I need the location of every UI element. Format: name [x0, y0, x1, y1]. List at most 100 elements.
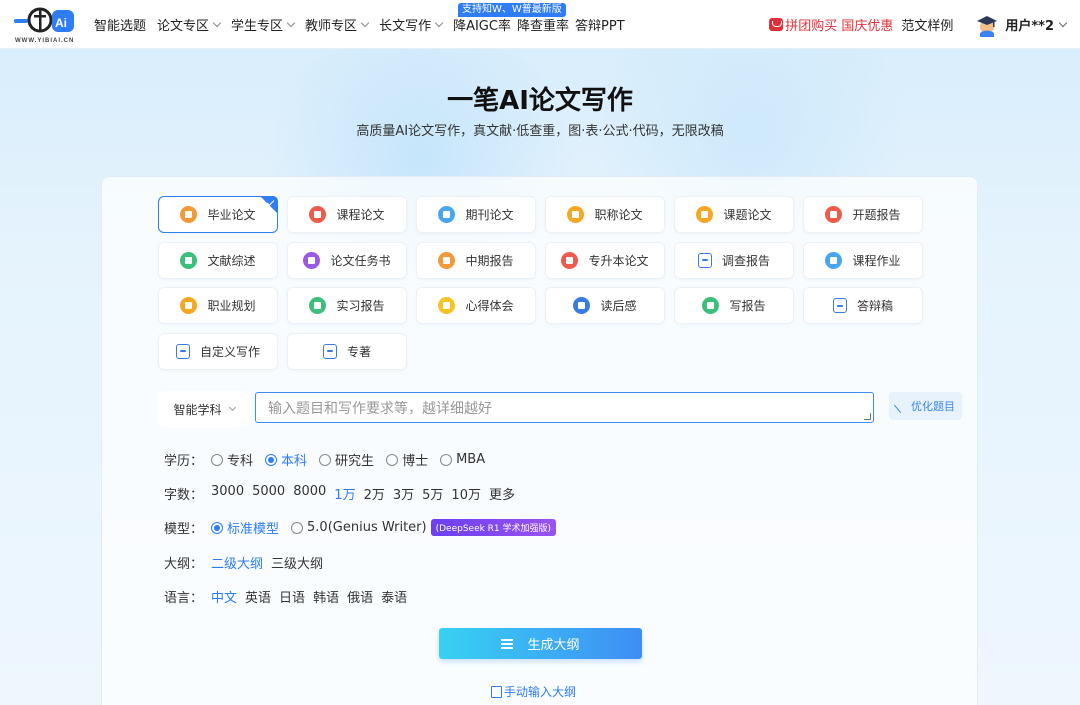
words-option-4[interactable]: 2万 — [364, 484, 385, 503]
model-radio-0[interactable]: 标准模型 — [211, 518, 279, 537]
paper-type-2[interactable]: 期刊论文 — [416, 196, 536, 233]
paper-type-8[interactable]: 中期报告 — [416, 241, 536, 279]
outline-option-0[interactable]: 二级大纲 — [211, 553, 263, 572]
paper-type-label: 写报告 — [729, 299, 766, 313]
paper-type-18[interactable]: 自定义写作 — [158, 332, 278, 370]
resize-handle-icon[interactable] — [864, 413, 871, 420]
nav-reduce-plagiarism[interactable]: 降查重率 — [517, 15, 569, 34]
words-option-1[interactable]: 5000 — [252, 484, 285, 503]
survey-icon — [697, 252, 712, 268]
graduate-avatar-icon[interactable] — [975, 13, 999, 37]
word-count-row: 字数： 3000 5000 8000 1万 2万 3万 5万 10万 更多 — [164, 484, 523, 503]
paper-type-4[interactable]: 课题论文 — [674, 196, 794, 233]
paper-type-11[interactable]: 课程作业 — [803, 241, 923, 279]
words-option-0[interactable]: 3000 — [211, 484, 244, 503]
logo[interactable]: Ai WWW.YIBIAI.CN — [14, 6, 76, 46]
paper-type-17[interactable]: 答辩稿 — [803, 287, 923, 324]
outline-options: 二级大纲 三级大纲 — [211, 553, 331, 572]
paper-type-19[interactable]: 专著 — [287, 332, 407, 370]
topic-icon — [696, 206, 714, 223]
chat-icon — [573, 297, 591, 314]
language-row: 语言： 中文 英语 日语 韩语 俄语 泰语 — [164, 587, 415, 606]
user-menu[interactable]: 用户**2 — [1005, 15, 1068, 34]
nav-teacher-zone[interactable]: 教师专区 — [305, 15, 370, 34]
nav-student-zone[interactable]: 学生专区 — [231, 15, 296, 34]
education-radio-0[interactable]: 专科 — [211, 450, 253, 469]
paper-type-9[interactable]: 专升本论文 — [545, 241, 665, 279]
paper-type-label: 开题报告 — [852, 208, 901, 222]
words-option-8[interactable]: 更多 — [489, 484, 515, 503]
edit-icon — [491, 685, 502, 698]
chevron-down-icon — [360, 18, 370, 28]
paper-type-label: 自定义写作 — [199, 344, 260, 359]
sample-link[interactable]: 范文样例 — [901, 15, 953, 34]
chevron-down-icon — [212, 18, 222, 28]
model-row: 模型： 标准模型 5.0(Genius Writer) (DeepSeek R1 学… — [164, 518, 557, 537]
open-book-icon — [322, 343, 337, 359]
language-option-2[interactable]: 日语 — [279, 587, 305, 606]
topic-input-placeholder: 输入题目和写作要求等，越详细越好 — [268, 401, 492, 417]
words-option-6[interactable]: 5万 — [422, 484, 443, 503]
paper-type-7[interactable]: 论文任务书 — [287, 241, 407, 279]
midterm-icon — [438, 251, 456, 269]
radio-dot-icon — [211, 453, 224, 466]
paper-type-label: 实习报告 — [336, 299, 385, 313]
subject-select[interactable]: 智能学科 — [158, 391, 250, 427]
radio-dot-icon — [319, 453, 332, 466]
paper-type-label: 职称论文 — [594, 208, 643, 222]
top-header: Ai WWW.YIBIAI.CN 智能选题 论文专区 学生专区 教师专区 长文写… — [0, 0, 1080, 49]
radio-dot-icon — [386, 453, 399, 466]
language-option-4[interactable]: 俄语 — [347, 587, 373, 606]
task-icon — [303, 251, 321, 269]
chevron-down-icon — [434, 18, 444, 28]
model-options: 标准模型 5.0(Genius Writer) (DeepSeek R1 学术加强版… — [211, 518, 557, 537]
words-option-3[interactable]: 1万 — [334, 484, 355, 503]
nav-long-writing[interactable]: 长文写作 — [379, 15, 444, 34]
outline-option-1[interactable]: 三级大纲 — [271, 553, 323, 572]
paper-type-label: 文献综述 — [207, 253, 256, 268]
education-radio-4[interactable]: MBA — [440, 450, 485, 469]
paper-type-1[interactable]: 课程论文 — [287, 196, 407, 233]
homework-icon — [825, 251, 843, 269]
education-radio-1[interactable]: 本科 — [265, 450, 307, 469]
words-option-5[interactable]: 3万 — [393, 484, 414, 503]
optimize-topic-button[interactable]: 优化题目 — [889, 392, 962, 420]
paper-type-10[interactable]: 调查报告 — [674, 241, 794, 279]
nav-thesis-zone[interactable]: 论文专区 — [157, 15, 222, 34]
education-radio-3[interactable]: 博士 — [386, 450, 428, 469]
certificate-icon — [567, 206, 585, 223]
paper-type-3[interactable]: 职称论文 — [545, 196, 665, 233]
language-option-0[interactable]: 中文 — [211, 587, 237, 606]
education-radio-2[interactable]: 研究生 — [319, 450, 374, 469]
language-option-5[interactable]: 泰语 — [381, 587, 407, 606]
paper-type-12[interactable]: 职业规划 — [158, 287, 278, 324]
nav-new-badge: 支持知W、W普最新版 — [458, 3, 566, 17]
language-option-3[interactable]: 韩语 — [313, 587, 339, 606]
paper-type-14[interactable]: 心得体会 — [416, 287, 536, 324]
promo-link[interactable]: 拼团购买 国庆优惠 — [769, 15, 893, 34]
generate-outline-button[interactable]: 生成大纲 — [439, 628, 642, 659]
write-icon — [702, 297, 720, 314]
paper-type-15[interactable]: 读后感 — [545, 287, 665, 324]
words-option-2[interactable]: 8000 — [293, 484, 326, 503]
defense-icon — [832, 298, 847, 313]
journal-icon — [438, 206, 456, 223]
radio-dot-icon — [440, 453, 453, 466]
words-option-7[interactable]: 10万 — [451, 484, 481, 503]
paper-type-label: 读后感 — [600, 299, 637, 313]
nav-smart-topic[interactable]: 智能选题 — [94, 15, 146, 34]
paper-type-label: 调查报告 — [721, 253, 770, 268]
paper-type-13[interactable]: 实习报告 — [287, 287, 407, 324]
nav-defense-ppt[interactable]: 答辩PPT — [575, 15, 625, 34]
paper-type-5[interactable]: 开题报告 — [803, 196, 923, 233]
paper-type-6[interactable]: 文献综述 — [158, 241, 278, 279]
paper-type-label: 答辩稿 — [856, 299, 893, 313]
paper-type-16[interactable]: 写报告 — [674, 287, 794, 324]
word-count-options: 3000 5000 8000 1万 2万 3万 5万 10万 更多 — [211, 484, 523, 503]
language-option-1[interactable]: 英语 — [245, 587, 271, 606]
topic-input[interactable]: 输入题目和写作要求等，越详细越好 — [255, 392, 874, 423]
paper-type-0[interactable]: 毕业论文 — [158, 196, 278, 233]
manual-outline-link[interactable]: 手动输入大纲 — [491, 683, 576, 700]
model-radio-1[interactable]: 5.0(Genius Writer) — [291, 520, 427, 535]
nav-reduce-aigc[interactable]: 降AIGC率 — [453, 15, 511, 34]
